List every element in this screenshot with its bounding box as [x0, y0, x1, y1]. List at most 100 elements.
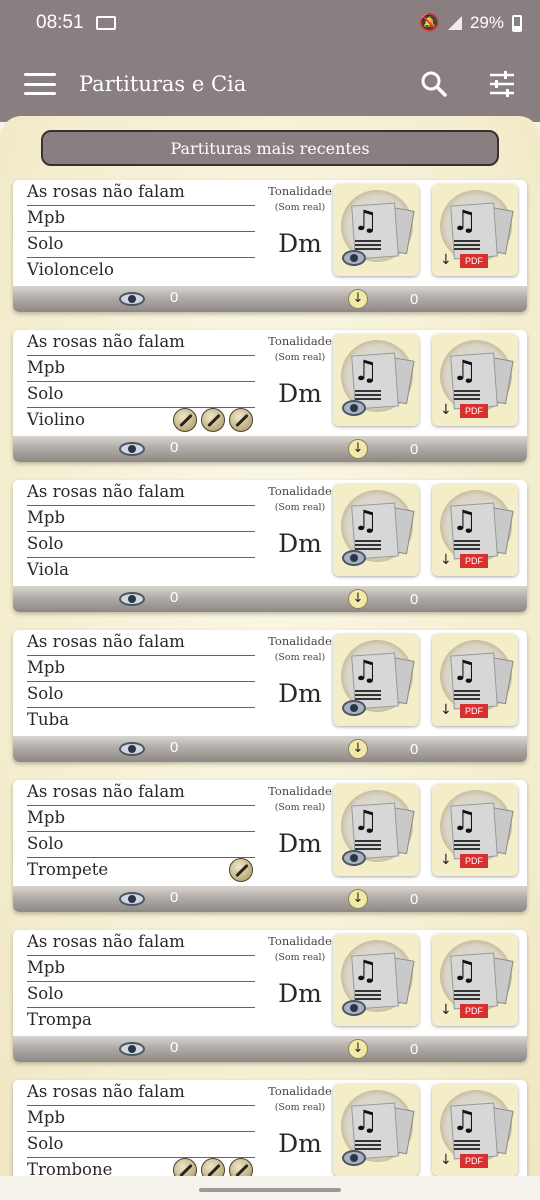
- hamburger-menu-icon[interactable]: [24, 73, 56, 95]
- eye-icon: [342, 1150, 366, 1166]
- stats-bar: 0 ↓ 0: [13, 1036, 527, 1062]
- eye-icon: [119, 442, 145, 456]
- eye-icon: [119, 892, 145, 906]
- card-info: As rosas não falam Mpb Solo Tuba: [27, 630, 255, 734]
- search-icon[interactable]: [420, 70, 448, 98]
- song-title: As rosas não falam: [27, 480, 255, 506]
- instrument-icon: [201, 408, 225, 432]
- instrument-row: Trompa: [27, 1008, 255, 1034]
- instrument-row: Violoncelo: [27, 258, 255, 284]
- genre-label: Mpb: [27, 356, 255, 382]
- eye-icon: [342, 850, 366, 866]
- download-arrow-icon: ↓: [440, 1152, 452, 1168]
- download-pdf-button[interactable]: ♫ ↓ PDF: [432, 784, 518, 876]
- download-icon: ↓: [348, 589, 368, 609]
- download-count: 0: [410, 291, 419, 308]
- notification-icon: [95, 16, 116, 30]
- pdf-badge: PDF: [460, 554, 488, 568]
- view-score-button[interactable]: ♫: [333, 334, 419, 426]
- music-notes-icon: ♫: [353, 204, 379, 237]
- home-indicator[interactable]: [199, 1188, 341, 1192]
- view-score-button[interactable]: ♫: [333, 484, 419, 576]
- stats-bar: 0 ↓ 0: [13, 736, 527, 762]
- stats-bar: 0 ↓ 0: [13, 286, 527, 312]
- app-bar: Partituras e Cia: [0, 46, 540, 122]
- instrument-label: Violino: [27, 410, 85, 429]
- music-notes-icon: ♫: [452, 954, 478, 987]
- pdf-badge: PDF: [460, 404, 488, 418]
- eye-icon: [342, 400, 366, 416]
- eye-icon: [119, 592, 145, 606]
- text-lines-icon: [454, 540, 480, 552]
- card-info: As rosas não falam Mpb Solo Trompa: [27, 930, 255, 1034]
- download-icon: ↓: [348, 739, 368, 759]
- card-info: As rosas não falam Mpb Solo Trompete: [27, 780, 255, 884]
- song-title: As rosas não falam: [27, 330, 255, 356]
- text-lines-icon: [454, 240, 480, 252]
- download-count: 0: [410, 591, 419, 608]
- music-notes-icon: ♫: [353, 954, 379, 987]
- download-arrow-icon: ↓: [440, 252, 452, 268]
- music-notes-icon: ♫: [452, 354, 478, 387]
- eye-icon: [119, 1042, 145, 1056]
- arrangement-type: Solo: [27, 832, 255, 858]
- sheet-music-card[interactable]: As rosas não falam Mpb Solo Trompa Tonal…: [13, 930, 527, 1062]
- view-count: 0: [170, 589, 179, 606]
- eye-icon: [119, 292, 145, 306]
- sheet-music-card[interactable]: As rosas não falam Mpb Solo Violino Tona…: [13, 330, 527, 462]
- arrangement-type: Solo: [27, 1132, 255, 1158]
- view-score-button[interactable]: ♫: [333, 784, 419, 876]
- instrument-label: Trombone: [27, 1160, 113, 1176]
- music-notes-icon: ♫: [452, 204, 478, 237]
- download-pdf-button[interactable]: ♫ ↓ PDF: [432, 334, 518, 426]
- instrument-icon: [229, 1158, 253, 1176]
- view-count: 0: [170, 1039, 179, 1056]
- download-arrow-icon: ↓: [440, 402, 452, 418]
- sheet-music-card[interactable]: As rosas não falam Mpb Solo Viola Tonali…: [13, 480, 527, 612]
- arrangement-type: Solo: [27, 682, 255, 708]
- download-count: 0: [410, 741, 419, 758]
- download-pdf-button[interactable]: ♫ ↓ PDF: [432, 634, 518, 726]
- view-score-button[interactable]: ♫: [333, 184, 419, 276]
- pdf-badge: PDF: [460, 1154, 488, 1168]
- genre-label: Mpb: [27, 806, 255, 832]
- instrument-icon: [173, 408, 197, 432]
- arrangement-type: Solo: [27, 232, 255, 258]
- view-score-button[interactable]: ♫: [333, 934, 419, 1026]
- filter-sliders-icon[interactable]: [488, 70, 516, 98]
- view-score-button[interactable]: ♫: [333, 634, 419, 726]
- download-pdf-button[interactable]: ♫ ↓ PDF: [432, 184, 518, 276]
- instrument-row: Tuba: [27, 708, 255, 734]
- sheet-music-card[interactable]: As rosas não falam Mpb Solo Trompete Ton…: [13, 780, 527, 912]
- sheet-music-card[interactable]: As rosas não falam Mpb Solo Trombone Ton…: [13, 1080, 527, 1176]
- pdf-badge: PDF: [460, 254, 488, 268]
- view-count: 0: [170, 739, 179, 756]
- instrument-label: Tuba: [27, 710, 70, 729]
- sheet-music-card[interactable]: As rosas não falam Mpb Solo Tuba Tonalid…: [13, 630, 527, 762]
- stats-bar: 0 ↓ 0: [13, 886, 527, 912]
- instrument-label: Trompa: [27, 1010, 92, 1029]
- music-notes-icon: ♫: [353, 804, 379, 837]
- download-arrow-icon: ↓: [440, 852, 452, 868]
- instrument-label: Viola: [27, 560, 69, 579]
- music-notes-icon: ♫: [452, 504, 478, 537]
- card-info: As rosas não falam Mpb Solo Violino: [27, 330, 255, 434]
- app-title: Partituras e Cia: [79, 72, 247, 96]
- download-pdf-button[interactable]: ♫ ↓ PDF: [432, 934, 518, 1026]
- instrument-row: Trompete: [27, 858, 255, 884]
- download-pdf-button[interactable]: ♫ ↓ PDF: [432, 484, 518, 576]
- song-title: As rosas não falam: [27, 180, 255, 206]
- view-score-button[interactable]: ♫: [333, 1084, 419, 1176]
- text-lines-icon: [454, 840, 480, 852]
- instrument-icon: [229, 858, 253, 882]
- genre-label: Mpb: [27, 1106, 255, 1132]
- instrument-label: Trompete: [27, 860, 109, 879]
- instrument-icon: [173, 1158, 197, 1176]
- genre-label: Mpb: [27, 956, 255, 982]
- sheet-music-card[interactable]: As rosas não falam Mpb Solo Violoncelo T…: [13, 180, 527, 312]
- download-icon: ↓: [348, 1039, 368, 1059]
- status-bar: 08:51 🔕 29%: [0, 0, 540, 46]
- download-pdf-button[interactable]: ♫ ↓ PDF: [432, 1084, 518, 1176]
- battery-icon: [512, 14, 522, 32]
- download-count: 0: [410, 891, 419, 908]
